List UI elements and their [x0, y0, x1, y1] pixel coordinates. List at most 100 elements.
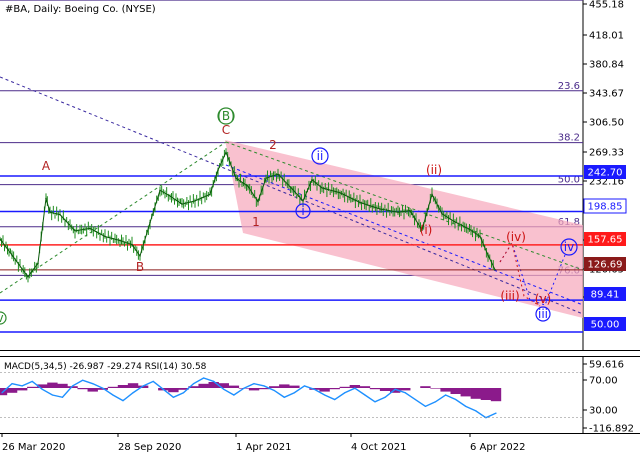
x-tick-label-2: 1 Apr 2021	[236, 442, 291, 453]
rsi-point-4	[41, 388, 43, 390]
fib-label-2: 38.2	[558, 133, 580, 144]
macd-bar-37	[369, 388, 381, 390]
x-tick-label-4: 6 Apr 2022	[470, 442, 525, 453]
y-tick-label-3: 343.67	[589, 89, 624, 100]
rsi-point-11	[112, 394, 114, 396]
macd-bar-43	[430, 388, 441, 389]
macd-bar-25	[248, 388, 260, 391]
wave-label-6: i	[301, 204, 304, 218]
rsi-point-25	[253, 383, 255, 385]
macd-bar-47	[470, 388, 482, 399]
macd-bar-23	[228, 385, 240, 388]
price-point-32	[379, 208, 381, 210]
rsi-point-0	[1, 392, 3, 394]
price-point-37	[441, 213, 443, 215]
price-point-15	[169, 195, 171, 197]
price-point-34	[409, 209, 411, 212]
wave-label-8: (i)	[420, 223, 433, 237]
wave-label-5: 2	[269, 138, 277, 152]
wave-label-11: (iv)	[506, 230, 526, 244]
price-point-3	[37, 262, 39, 264]
ind-tick-label-0: 59.616	[589, 360, 624, 371]
price-point-40	[479, 235, 481, 238]
macd-bar-44	[440, 388, 451, 392]
price-tag-1: 198.85	[588, 202, 623, 213]
macd-bar-27	[269, 386, 280, 388]
price-tag-2: 157.65	[588, 235, 623, 246]
macd-bar-48	[480, 388, 492, 400]
rsi-point-24	[243, 387, 245, 389]
wave-label-7: ii	[317, 149, 324, 163]
price-point-25	[277, 173, 279, 175]
rsi-point-18	[182, 392, 185, 394]
price-point-17	[194, 200, 196, 202]
rsi-point-21	[213, 380, 215, 382]
price-point-39	[467, 227, 469, 230]
rsi-point-34	[344, 392, 346, 394]
price-point-26	[291, 187, 293, 190]
rsi-point-36	[364, 394, 366, 396]
wave-label-2: (B)	[217, 109, 235, 123]
price-point-6	[59, 213, 61, 216]
price-point-11	[131, 243, 133, 246]
wave-label-1: B	[136, 260, 144, 274]
rsi-point-45	[455, 398, 457, 401]
price-tag-4: 89.41	[591, 290, 620, 301]
ind-tick-label-2: 30.00	[589, 406, 618, 417]
price-point-9	[104, 235, 106, 238]
macd-bar-32	[319, 388, 330, 392]
rsi-point-35	[354, 387, 356, 389]
rsi-point-41	[414, 398, 416, 401]
rsi-point-38	[384, 396, 386, 398]
rsi-point-9	[92, 383, 94, 385]
macd-bar-49	[490, 388, 502, 402]
price-point-41	[487, 254, 489, 256]
rsi-point-2	[21, 385, 23, 387]
price-point-20	[225, 151, 227, 154]
y-tick-label-1: 418.01	[589, 31, 624, 42]
rsi-point-7	[71, 385, 74, 387]
price-point-5	[49, 211, 51, 213]
macd-bar-12	[117, 385, 129, 388]
macd-bar-29	[289, 385, 300, 388]
price-point-12	[139, 255, 141, 257]
macd-bar-46	[460, 388, 471, 397]
rsi-point-40	[404, 392, 406, 394]
price-point-22	[247, 185, 249, 188]
price-point-28	[311, 179, 313, 181]
x-tick-label-3: 4 Oct 2021	[351, 442, 406, 453]
price-tag-0: 242.70	[588, 168, 623, 179]
rsi-point-23	[233, 394, 235, 396]
price-tag-5: 50.00	[591, 320, 620, 331]
macd-bar-17	[168, 388, 179, 393]
price-point-7	[74, 230, 76, 232]
price-point-4	[45, 197, 47, 200]
wave-label-15: v	[0, 311, 4, 325]
wave-label-10: (iii)	[500, 289, 519, 303]
rsi-point-16	[162, 388, 164, 390]
rsi-point-43	[434, 401, 437, 403]
ind-tick-label-1: 70.00	[589, 376, 618, 387]
rsi-point-6	[61, 396, 64, 398]
rsi-point-39	[394, 388, 396, 390]
y-tick-label-0: 455.18	[589, 0, 624, 11]
wave-label-12: (v)	[535, 292, 551, 306]
macd-bar-45	[450, 388, 461, 394]
wave-label-0: A	[42, 159, 51, 173]
macd-bar-40	[400, 388, 411, 391]
x-tick-label-1: 28 Sep 2020	[118, 442, 181, 453]
price-point-31	[359, 201, 361, 204]
rsi-point-22	[223, 388, 225, 390]
macd-bar-8	[77, 388, 88, 390]
rsi-point-5	[51, 394, 54, 396]
rsi-point-19	[192, 383, 195, 385]
price-point-36	[431, 193, 433, 196]
rsi-point-29	[293, 392, 295, 394]
macd-bar-33	[329, 388, 340, 390]
wave-label-13: iii	[538, 307, 548, 321]
wave-label-14: iv	[564, 240, 574, 254]
price-point-18	[209, 193, 211, 196]
price-point-10	[119, 239, 121, 242]
macd-bar-1	[6, 388, 18, 393]
chart-title: #BA, Daily: Boeing Co. (NYSE)	[5, 4, 156, 15]
